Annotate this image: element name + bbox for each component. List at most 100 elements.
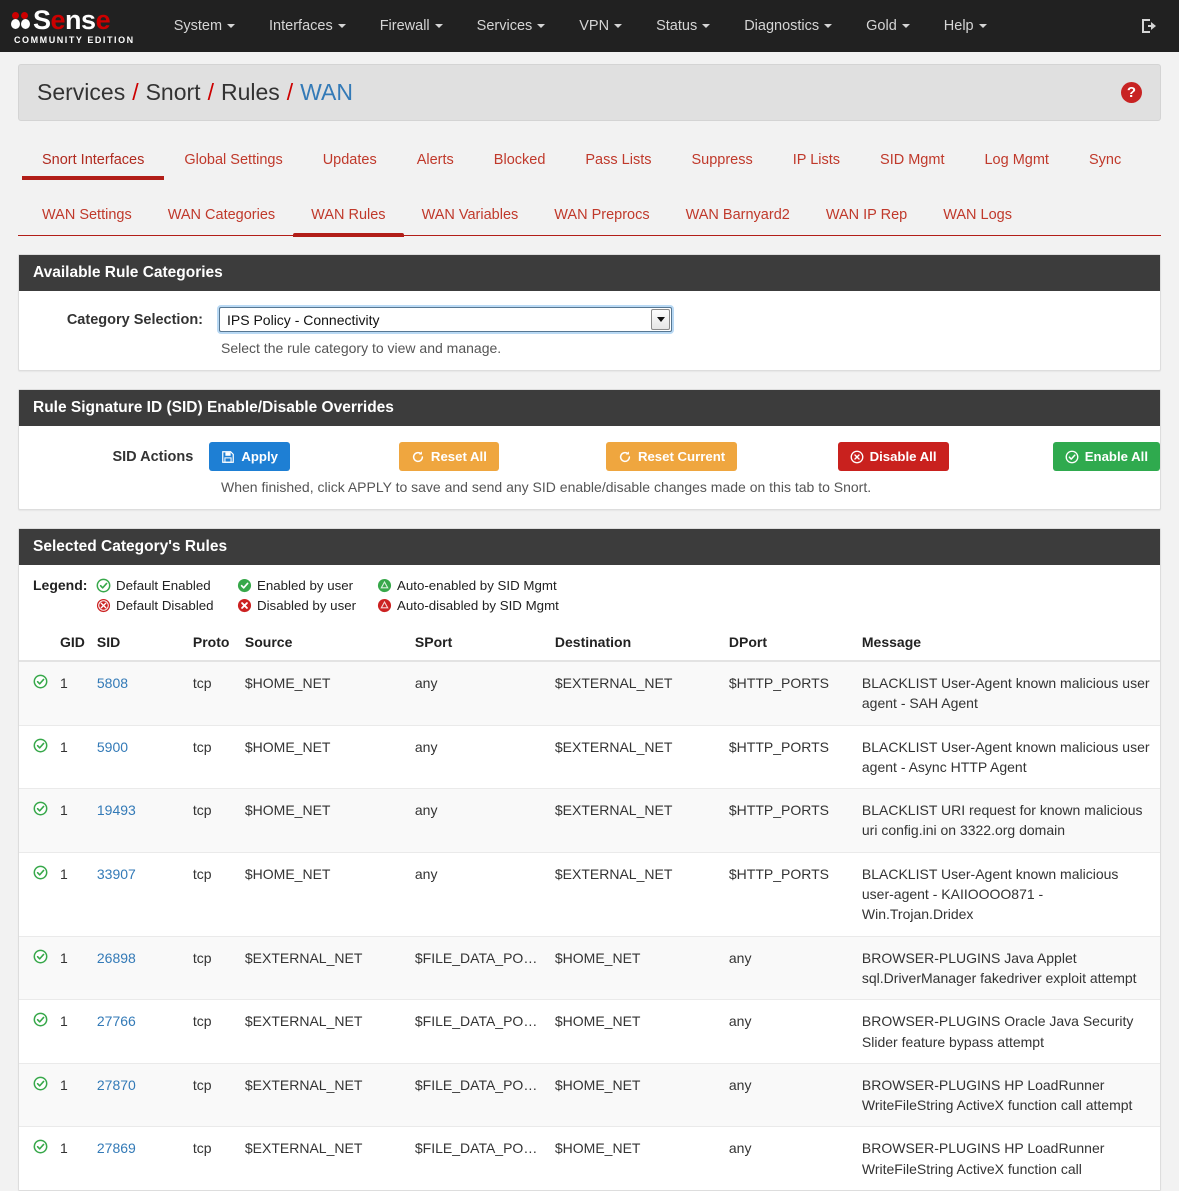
breadcrumb-item-snort[interactable]: Snort: [146, 79, 201, 106]
circle-check-outline-green-icon[interactable]: [33, 1141, 48, 1157]
col-header-sport: SPort: [409, 628, 549, 661]
nav-item-gold[interactable]: Gold: [849, 10, 927, 42]
rule-sid-link[interactable]: 19493: [97, 802, 136, 818]
rule-dport: $HTTP_PORTS: [723, 852, 856, 936]
circle-check-outline-green-icon[interactable]: [33, 1078, 48, 1094]
tab-updates[interactable]: Updates: [303, 143, 397, 180]
question-mark-icon[interactable]: ?: [1121, 82, 1142, 103]
tab-wan-variables[interactable]: WAN Variables: [404, 198, 537, 235]
rules-legend: Legend: Default Enabled Enabled by user: [19, 565, 1160, 628]
legend-label: Auto-disabled by SID Mgmt: [397, 598, 559, 613]
rule-dport: any: [723, 1000, 856, 1064]
category-selection-select[interactable]: IPS Policy - Connectivity: [219, 307, 672, 332]
tab-wan-preprocs[interactable]: WAN Preprocs: [536, 198, 667, 235]
enable-all-button[interactable]: Enable All: [1053, 442, 1160, 471]
disable-all-button[interactable]: Disable All: [838, 442, 949, 471]
breadcrumb-item-services[interactable]: Services: [37, 79, 125, 106]
rule-state-icon-cell[interactable]: [19, 936, 54, 1000]
tab-global-settings[interactable]: Global Settings: [164, 143, 302, 180]
rule-sid-link[interactable]: 33907: [97, 866, 136, 882]
chevron-down-icon: [614, 24, 622, 28]
circle-x-outline-red-icon: [96, 598, 111, 613]
brand-edition: COMMUNITY EDITION: [14, 36, 135, 45]
pfsense-logo[interactable]: Sense COMMUNITY EDITION: [12, 7, 135, 45]
circle-check-outline-green-icon[interactable]: [33, 951, 48, 967]
circle-check-outline-green-icon[interactable]: [33, 740, 48, 756]
rule-state-icon-cell[interactable]: [19, 852, 54, 936]
nav-item-firewall[interactable]: Firewall: [363, 10, 460, 42]
tab-wan-rules[interactable]: WAN Rules: [293, 198, 403, 235]
nav-item-system[interactable]: System: [157, 10, 252, 42]
nav-item-interfaces[interactable]: Interfaces: [252, 10, 363, 42]
tab-wan-settings[interactable]: WAN Settings: [24, 198, 150, 235]
tab-wan-ip-rep[interactable]: WAN IP Rep: [808, 198, 925, 235]
rule-state-icon-cell[interactable]: [19, 661, 54, 725]
circle-check-outline-green-icon[interactable]: [33, 867, 48, 883]
breadcrumb-item-wan[interactable]: WAN: [300, 79, 353, 106]
tab-suppress[interactable]: Suppress: [671, 143, 772, 180]
tab-wan-categories[interactable]: WAN Categories: [150, 198, 293, 235]
category-selection-label: Category Selection:: [19, 312, 219, 328]
chevron-down-icon: [435, 24, 443, 28]
logout-icon[interactable]: [1139, 16, 1159, 36]
rule-message: BLACKLIST User-Agent known malicious use…: [856, 725, 1160, 789]
tab-snort-interfaces[interactable]: Snort Interfaces: [22, 143, 164, 180]
rule-destination: $EXTERNAL_NET: [549, 661, 723, 725]
rule-state-icon-cell[interactable]: [19, 1127, 54, 1190]
breadcrumb: Services / Snort / Rules / WAN: [37, 79, 353, 106]
rule-state-icon-cell[interactable]: [19, 1063, 54, 1127]
tab-pass-lists[interactable]: Pass Lists: [565, 143, 671, 180]
circle-check-outline-green-icon[interactable]: [33, 803, 48, 819]
rule-sport-text: any: [415, 800, 543, 820]
circle-check-outline-green-icon[interactable]: [33, 1014, 48, 1030]
reset-current-button[interactable]: Reset Current: [606, 442, 737, 471]
rule-sid-link[interactable]: 26898: [97, 950, 136, 966]
rule-proto: tcp: [187, 1000, 239, 1064]
rule-sid-link[interactable]: 27870: [97, 1077, 136, 1093]
reset-all-button-label: Reset All: [431, 449, 487, 464]
tab-ip-lists[interactable]: IP Lists: [773, 143, 860, 180]
breadcrumb-item-rules[interactable]: Rules: [221, 79, 280, 106]
legend-row-disabled: Default Disabled Disabled by user Auto-d…: [33, 598, 1146, 613]
reset-all-button[interactable]: Reset All: [399, 442, 499, 471]
col-header-message: Message: [856, 628, 1160, 661]
rule-sport: $FILE_DATA_PORTS: [409, 936, 549, 1000]
breadcrumb-separator: /: [287, 79, 293, 106]
apply-button[interactable]: Apply: [209, 442, 290, 471]
legend-label: Disabled by user: [257, 598, 356, 613]
nav-item-vpn[interactable]: VPN: [562, 10, 639, 42]
rule-source: $HOME_NET: [239, 661, 409, 725]
tab-wan-barnyard2[interactable]: WAN Barnyard2: [668, 198, 808, 235]
table-row: 133907tcp$HOME_NETany$EXTERNAL_NET$HTTP_…: [19, 852, 1160, 936]
rule-sid-link[interactable]: 5808: [97, 675, 128, 691]
col-header-proto: Proto: [187, 628, 239, 661]
tab-sid-mgmt[interactable]: SID Mgmt: [860, 143, 964, 180]
tab-alerts[interactable]: Alerts: [397, 143, 474, 180]
tab-blocked[interactable]: Blocked: [474, 143, 566, 180]
chevron-down-icon: [227, 24, 235, 28]
tab-wan-logs[interactable]: WAN Logs: [925, 198, 1030, 235]
circle-check-outline-green-icon[interactable]: [33, 676, 48, 692]
rule-sid-link[interactable]: 5900: [97, 739, 128, 755]
rule-proto: tcp: [187, 852, 239, 936]
nav-item-services[interactable]: Services: [460, 10, 563, 42]
nav-item-help[interactable]: Help: [927, 10, 1004, 42]
legend-auto-enabled-sid-mgmt: Auto-enabled by SID Mgmt: [377, 578, 557, 593]
disable-all-button-label: Disable All: [870, 449, 937, 464]
nav-item-status[interactable]: Status: [639, 10, 727, 42]
rule-dport: any: [723, 1063, 856, 1127]
rule-state-icon-cell[interactable]: [19, 789, 54, 853]
nav-item-diagnostics[interactable]: Diagnostics: [727, 10, 849, 42]
panel-title-rules: Selected Category's Rules: [19, 529, 1160, 565]
apply-button-label: Apply: [241, 449, 278, 464]
tab-log-mgmt[interactable]: Log Mgmt: [964, 143, 1068, 180]
rule-state-icon-cell[interactable]: [19, 725, 54, 789]
tab-sync[interactable]: Sync: [1069, 143, 1141, 180]
rule-state-icon-cell[interactable]: [19, 1000, 54, 1064]
main-menu: System Interfaces Firewall Services VPN …: [157, 10, 1004, 42]
rule-sid-link[interactable]: 27869: [97, 1140, 136, 1156]
rule-sport: $FILE_DATA_PORTS: [409, 1063, 549, 1127]
rule-gid: 1: [54, 936, 91, 1000]
rule-sid-cell: 5808: [91, 661, 187, 725]
rule-sid-link[interactable]: 27766: [97, 1013, 136, 1029]
